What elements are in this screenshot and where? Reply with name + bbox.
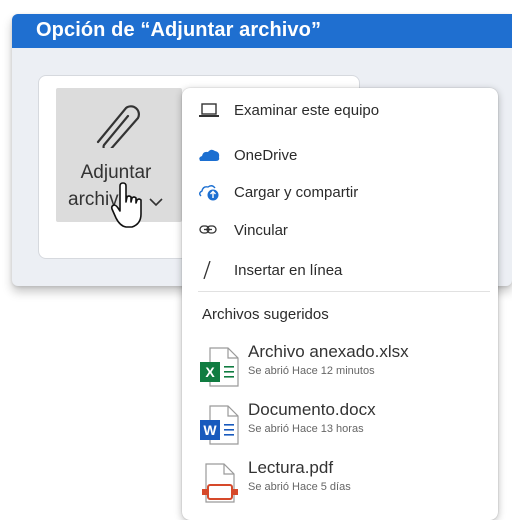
svg-text:W: W	[203, 422, 217, 438]
slash-icon	[203, 261, 211, 279]
menu-item-label: Cargar y compartir	[234, 184, 359, 201]
chevron-down-icon[interactable]	[148, 197, 164, 207]
menu-item-label: Vincular	[234, 222, 288, 239]
file-name: Documento.docx	[248, 400, 376, 419]
file-meta: Se abrió Hace 13 horas	[248, 423, 364, 435]
title-bar: Opción de “Adjuntar archivo”	[12, 14, 512, 48]
menu-item-onedrive[interactable]: OneDrive	[182, 138, 498, 172]
suggested-files-heading: Archivos sugeridos	[202, 306, 329, 323]
menu-item-link[interactable]: Vincular	[182, 213, 498, 247]
paperclip-icon	[96, 105, 140, 148]
cloud-upload-icon	[199, 185, 219, 201]
suggested-file-xlsx[interactable]: X Archivo anexado.xlsx Se abrió Hace 12 …	[182, 340, 498, 398]
suggested-file-pdf[interactable]: Lectura.pdf Se abrió Hace 5 días	[182, 456, 498, 514]
file-meta: Se abrió Hace 5 días	[248, 481, 351, 493]
attach-dropdown-menu: Examinar este equipo OneDrive Cargar y c…	[182, 88, 498, 520]
laptop-icon	[199, 103, 219, 117]
file-name: Archivo anexado.xlsx	[248, 342, 409, 361]
file-name: Lectura.pdf	[248, 458, 334, 477]
suggested-file-docx[interactable]: W Documento.docx Se abrió Hace 13 horas	[182, 398, 498, 456]
word-file-icon: W	[200, 405, 239, 445]
menu-item-label: Examinar este equipo	[234, 102, 380, 119]
menu-item-label: OneDrive	[234, 147, 298, 164]
excel-file-icon: X	[200, 347, 239, 387]
menu-item-label: Insertar en línea	[234, 262, 343, 279]
svg-text:X: X	[205, 364, 215, 380]
menu-item-upload-share[interactable]: Cargar y compartir	[182, 175, 498, 209]
menu-item-insert-inline[interactable]: Insertar en línea	[182, 253, 498, 287]
menu-item-browse-computer[interactable]: Examinar este equipo	[182, 93, 498, 127]
attach-label-line1: Adjuntar	[80, 162, 152, 183]
page-title: Opción de “Adjuntar archivo”	[36, 19, 322, 41]
link-icon	[199, 225, 217, 234]
file-meta: Se abrió Hace 12 minutos	[248, 365, 375, 377]
pdf-file-icon	[202, 463, 238, 503]
menu-divider	[198, 291, 490, 292]
onedrive-cloud-icon	[199, 149, 220, 161]
hand-pointer-cursor-icon	[110, 182, 142, 228]
